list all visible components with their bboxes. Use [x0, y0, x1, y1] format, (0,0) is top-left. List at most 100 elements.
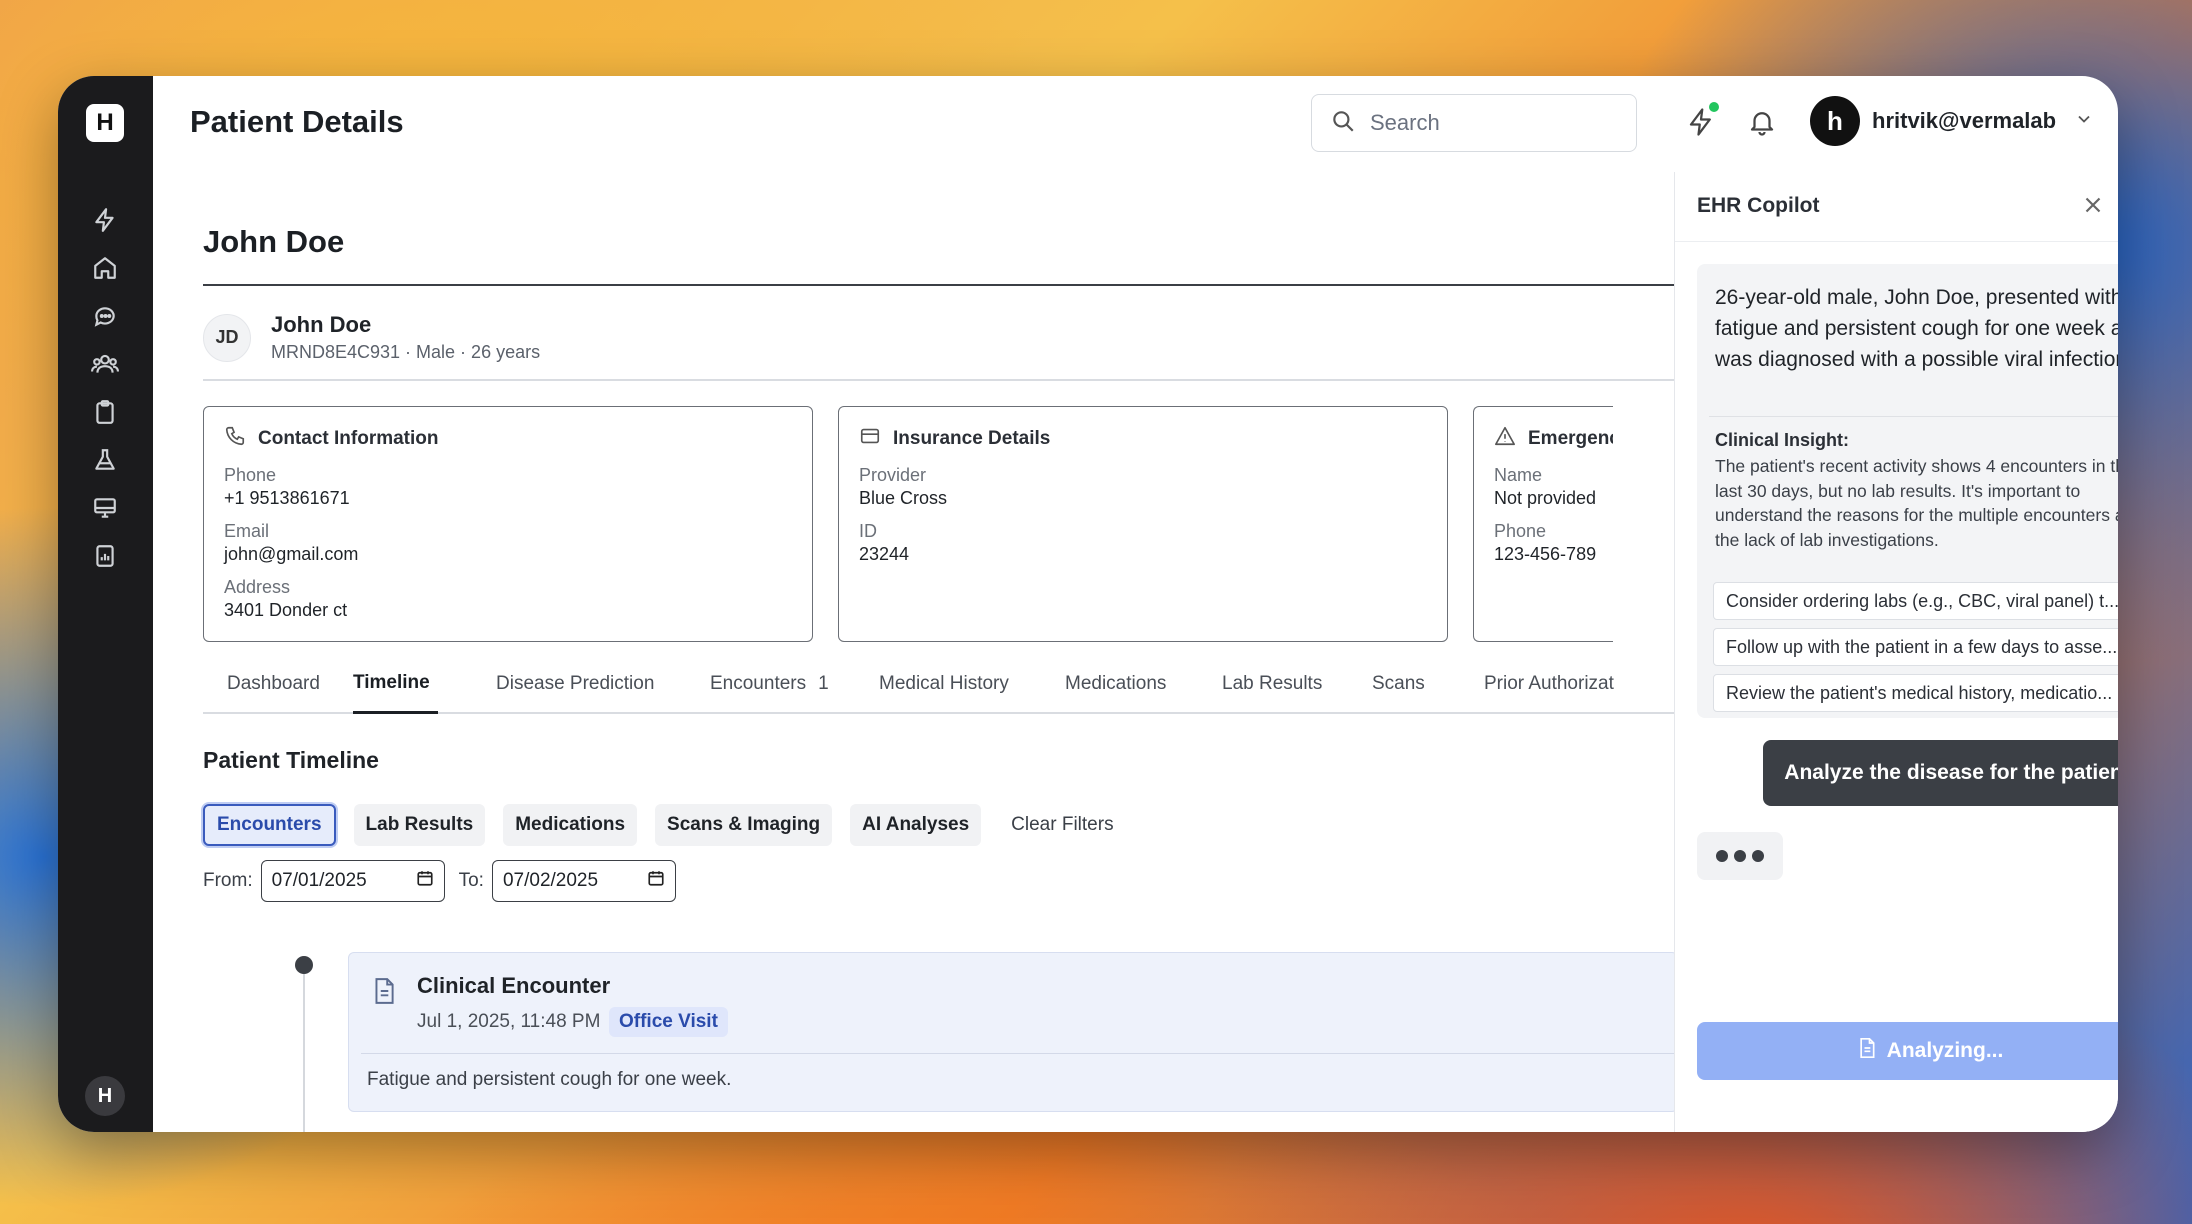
name-label: Name	[1494, 465, 1543, 485]
filter-ai-analyses[interactable]: AI Analyses	[850, 804, 982, 846]
bell-icon[interactable]	[1740, 100, 1784, 144]
calendar-icon	[416, 869, 434, 893]
tab-scans[interactable]: Scans	[1372, 654, 1425, 714]
app-logo[interactable]: H	[86, 104, 124, 142]
app-window: H H Patient Details Search h hritvik@ver…	[58, 76, 2118, 1132]
status-dot	[1709, 102, 1719, 112]
provider-value: Blue Cross	[859, 488, 948, 508]
entry-title: Clinical Encounter	[417, 973, 611, 998]
to-date-input[interactable]: 07/02/2025	[491, 860, 676, 902]
card-title: Contact Information	[258, 428, 439, 449]
divider	[1709, 416, 2118, 417]
insight-label: Clinical Insight:	[1715, 430, 1850, 450]
copilot-header: EHR Copilot	[1675, 172, 2118, 242]
filter-scans-imaging[interactable]: Scans & Imaging	[655, 804, 833, 846]
phone-label: Phone	[1494, 521, 1547, 541]
from-date-input[interactable]: 07/01/2025	[260, 860, 445, 902]
divider	[361, 1053, 1677, 1054]
patient-name: John Doe	[271, 312, 372, 337]
name-value: Not provided	[1494, 488, 1597, 508]
user-message: Analyze the disease for the patient	[1763, 740, 2118, 806]
timeline-line	[303, 974, 305, 1132]
phone-value: +1 9513861671	[224, 488, 350, 508]
user-email: hritvik@vermalab	[1872, 108, 2057, 133]
clear-filters-button[interactable]: Clear Filters	[999, 804, 1125, 846]
search-icon	[1330, 108, 1356, 139]
address-label: Address	[224, 577, 291, 597]
chevron-down-icon	[2074, 109, 2094, 134]
main-area: Patient Details h hritvik@vermalab	[153, 76, 2118, 1132]
tab-count: 1	[818, 673, 829, 694]
email-value: john@gmail.com	[224, 544, 359, 564]
id-value: 23244	[859, 544, 910, 564]
timeline-dot	[295, 956, 313, 974]
close-icon[interactable]	[2080, 192, 2106, 223]
contact-card: Contact Information Phone +1 9513861671 …	[203, 406, 813, 642]
suggestion-item[interactable]: Review the patient's medical history, me…	[1713, 674, 2118, 712]
suggestion-item[interactable]: Consider ordering labs (e.g., CBC, viral…	[1713, 582, 2118, 620]
filter-lab-results[interactable]: Lab Results	[353, 804, 486, 846]
tab-medications[interactable]: Medications	[1065, 654, 1166, 714]
filter-encounters[interactable]: Encounters	[203, 804, 336, 846]
avatar: h	[1810, 96, 1860, 146]
filter-medications[interactable]: Medications	[503, 804, 638, 846]
suggestion-item[interactable]: Follow up with the patient in a few days…	[1713, 628, 2118, 666]
tab-timeline[interactable]: Timeline	[353, 654, 438, 714]
report-icon[interactable]	[87, 538, 123, 574]
chat-icon[interactable]	[87, 298, 123, 334]
search-box[interactable]	[1311, 94, 1637, 152]
credit-card-icon	[859, 425, 881, 453]
patient-summary-row: JD John Doe MRND8E4C931 · Male · 26 year…	[203, 312, 540, 363]
lightning-icon[interactable]	[1679, 100, 1723, 144]
card-title: Emergenc	[1528, 428, 1613, 449]
from-label: From:	[203, 870, 253, 891]
page-title: Patient Details	[190, 104, 404, 139]
to-label: To:	[458, 870, 484, 891]
analyze-button[interactable]: Analyzing...	[1697, 1022, 2118, 1080]
tab-prior-authorization[interactable]: Prior Authorizat	[1484, 654, 1614, 714]
warning-icon	[1494, 425, 1516, 453]
provider-label: Provider	[859, 465, 927, 485]
timeline-entry[interactable]: Clinical Encounter Jul 1, 2025, 11:48 PM…	[348, 952, 1678, 1112]
users-icon[interactable]	[87, 346, 123, 382]
document-icon	[371, 977, 397, 1010]
phone-value: 123-456-789	[1494, 544, 1597, 564]
phone-icon	[224, 425, 246, 453]
tab-lab-results[interactable]: Lab Results	[1222, 654, 1322, 714]
calendar-icon	[647, 869, 665, 893]
typing-indicator	[1697, 832, 1783, 880]
tab-medical-history[interactable]: Medical History	[879, 654, 1009, 714]
patient-initials: JD	[203, 313, 251, 362]
lightning-icon[interactable]	[87, 202, 123, 238]
insight-text: The patient's recent activity shows 4 en…	[1715, 456, 2118, 550]
tab-dashboard[interactable]: Dashboard	[227, 654, 320, 714]
clipboard-icon[interactable]	[87, 394, 123, 430]
monitor-icon[interactable]	[87, 490, 123, 526]
patient-heading: John Doe	[203, 224, 345, 259]
from-date-value: 07/01/2025	[271, 870, 367, 891]
date-range: From: 07/01/2025 To: 07/02/2025	[203, 860, 690, 902]
tab-label: Encounters	[710, 673, 807, 694]
id-label: ID	[859, 521, 877, 541]
search-input[interactable]	[1370, 110, 1610, 136]
document-icon	[1857, 1037, 1877, 1065]
entry-date: Jul 1, 2025, 11:48 PM	[417, 1011, 601, 1032]
top-bar: Patient Details h hritvik@vermalab	[153, 76, 2118, 172]
tab-encounters[interactable]: Encounters 1	[710, 654, 829, 714]
analyze-button-label: Analyzing...	[1886, 1039, 2004, 1062]
address-value: 3401 Donder ct	[224, 600, 348, 620]
profile-menu[interactable]: h hritvik@vermalab	[1810, 96, 2094, 146]
sidebar-rail: H H	[58, 76, 153, 1132]
user-avatar[interactable]: H	[85, 1076, 125, 1116]
copilot-title: EHR Copilot	[1697, 194, 1820, 217]
phone-label: Phone	[224, 465, 277, 485]
insurance-card: Insurance Details Provider Blue Cross ID…	[838, 406, 1448, 642]
section-title: Patient Timeline	[203, 747, 379, 773]
flask-icon[interactable]	[87, 442, 123, 478]
emergency-card: Emergenc Name Not provided Phone 123-456…	[1473, 406, 1613, 642]
tab-bar: Dashboard Timeline Disease Prediction En…	[203, 654, 1723, 714]
entry-description: Fatigue and persistent cough for one wee…	[367, 1069, 732, 1090]
patient-meta: MRND8E4C931 · Male · 26 years	[271, 342, 541, 362]
tab-disease-prediction[interactable]: Disease Prediction	[496, 654, 654, 714]
home-icon[interactable]	[87, 250, 123, 286]
